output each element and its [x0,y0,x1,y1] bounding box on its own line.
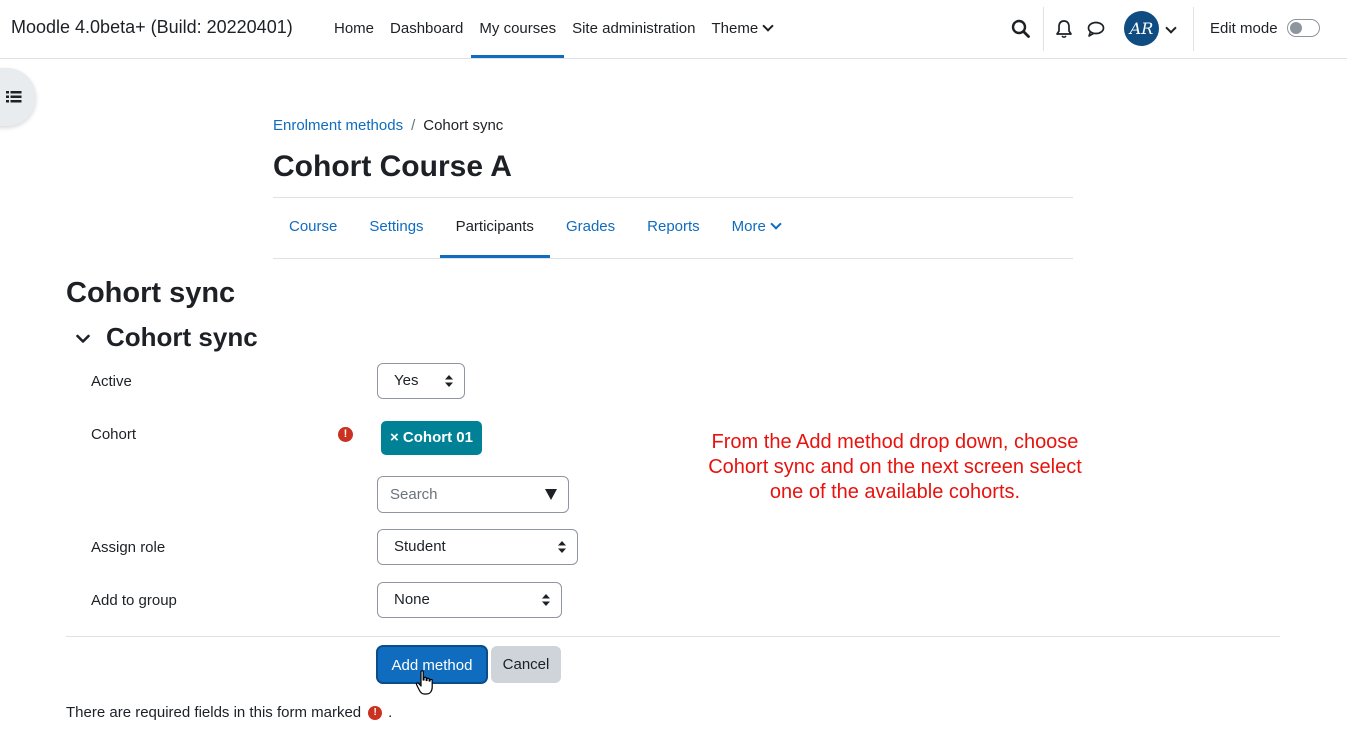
bell-icon[interactable] [1053,18,1075,40]
active-select[interactable]: Yes [377,363,465,399]
annotation-line: Cohort sync and on the next screen selec… [708,456,1082,478]
hand-pointer-cursor-icon [415,670,433,695]
site-name[interactable]: Moodle 4.0beta+ (Build: 20220401) [11,17,293,38]
annotation-line: From the Add method drop down, choose [711,431,1079,453]
course-index-toggle[interactable] [0,68,36,126]
chevron-down-icon [762,20,774,32]
page-title: Cohort Course A [273,150,512,183]
list-icon [6,91,22,103]
nav-site-administration[interactable]: Site administration [564,0,703,58]
section-heading[interactable]: Cohort sync [106,322,258,353]
assign-role-value: Student [394,538,446,555]
sort-arrows-icon [542,594,550,606]
tab-more-label: More [731,218,766,235]
divider [66,636,1280,637]
edit-mode-label: Edit mode [1210,20,1278,37]
breadcrumb-current: Cohort sync [423,117,504,134]
required-icon: ! [368,705,383,720]
required-note-end: . [388,704,393,721]
navbar-divider [1043,7,1044,51]
tab-more[interactable]: More [716,198,796,258]
secondary-navigation: Course Settings Participants Grades Repo… [273,198,796,258]
user-menu-chevron-down-icon[interactable] [1165,22,1177,34]
nav-dashboard[interactable]: Dashboard [382,0,471,58]
search-icon[interactable] [1010,18,1032,40]
nav-theme-label: Theme [711,20,759,37]
required-note-text: There are required fields in this form m… [66,704,362,721]
cohort-label: Cohort [91,426,137,443]
cohort-tag[interactable]: × Cohort 01 [381,421,482,455]
active-label: Active [91,373,132,390]
required-fields-note: There are required fields in this form m… [66,704,392,721]
chat-icon[interactable] [1085,18,1107,40]
sort-arrows-icon [558,541,566,553]
tab-participants[interactable]: Participants [439,198,550,258]
chevron-down-icon[interactable] [76,332,90,346]
toggle-knob [1290,22,1302,34]
nav-theme[interactable]: Theme [704,0,781,58]
form-page-heading: Cohort sync [66,277,236,309]
assign-role-label: Assign role [91,539,166,556]
primary-navigation: Home Dashboard My courses Site administr… [326,0,780,58]
tab-grades[interactable]: Grades [550,198,631,258]
nav-my-courses[interactable]: My courses [471,0,565,58]
edit-mode-toggle[interactable] [1287,19,1320,37]
sort-arrows-icon [445,375,453,387]
cohort-search-placeholder: Search [390,486,438,503]
nav-home[interactable]: Home [326,0,382,58]
chevron-down-icon [770,218,782,230]
instruction-annotation: From the Add method drop down, choose Co… [680,430,1110,505]
tab-reports[interactable]: Reports [631,198,716,258]
tab-course[interactable]: Course [273,198,353,258]
breadcrumb-enrolment-methods[interactable]: Enrolment methods [273,117,403,134]
breadcrumb: Enrolment methods / Cohort sync [273,117,503,134]
cancel-button[interactable]: Cancel [491,646,561,683]
breadcrumb-separator: / [411,117,416,134]
divider [273,258,1073,259]
cohort-search-input[interactable]: Search [377,476,569,513]
add-to-group-value: None [394,591,430,608]
annotation-line: one of the available cohorts. [769,481,1021,503]
user-avatar[interactable]: AR [1124,11,1159,46]
dropdown-arrow-icon[interactable] [545,489,557,500]
add-to-group-label: Add to group [91,592,177,609]
assign-role-select[interactable]: Student [377,529,578,565]
required-icon: ! [338,427,353,442]
add-to-group-select[interactable]: None [377,582,562,618]
top-navbar: Moodle 4.0beta+ (Build: 20220401) Home D… [0,0,1347,59]
active-select-value: Yes [394,372,419,389]
navbar-divider [1193,7,1194,51]
tab-settings[interactable]: Settings [353,198,439,258]
